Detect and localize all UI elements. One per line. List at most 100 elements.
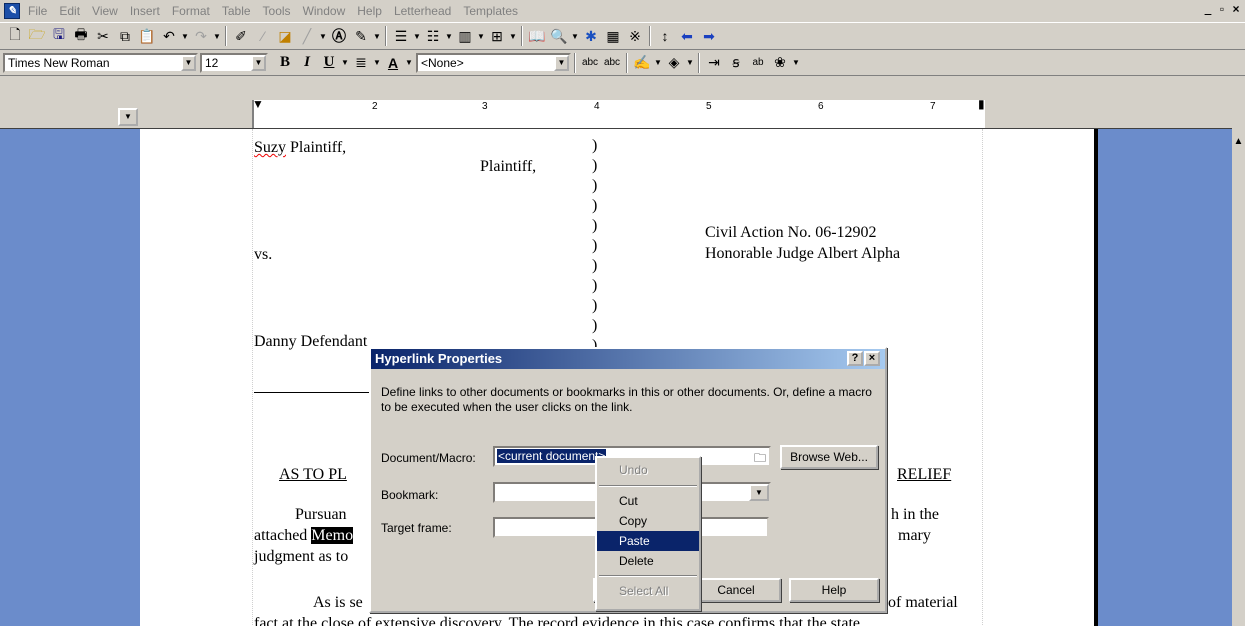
close-icon[interactable]: × bbox=[1229, 2, 1243, 17]
undo-dropdown-icon[interactable]: ▼ bbox=[180, 32, 190, 41]
format-painter-icon[interactable]: ✍ bbox=[631, 52, 653, 74]
spell-check-icon[interactable]: abc bbox=[579, 52, 601, 74]
print-icon[interactable]: 🖶 bbox=[70, 25, 92, 47]
back-arrow-icon[interactable]: ⬅ bbox=[676, 25, 698, 47]
menu-insert[interactable]: Insert bbox=[124, 4, 166, 18]
help-icon[interactable]: ? bbox=[847, 351, 863, 366]
fill-icon[interactable]: ◈ bbox=[663, 52, 685, 74]
right-margin-marker-icon[interactable]: ▮ bbox=[978, 98, 985, 110]
chevron-down-icon[interactable]: ▼ bbox=[554, 54, 569, 71]
spell-error-suzy[interactable]: Suzy bbox=[254, 139, 286, 156]
menu-table[interactable]: Table bbox=[216, 4, 257, 18]
para1-start: Pursuan bbox=[295, 506, 347, 523]
menu-format[interactable]: Format bbox=[166, 4, 216, 18]
cancel-button[interactable]: Cancel bbox=[691, 578, 781, 602]
effects-dropdown-icon[interactable]: ▼ bbox=[791, 58, 801, 67]
menu-file[interactable]: File bbox=[20, 4, 53, 18]
close-icon[interactable]: × bbox=[864, 351, 880, 366]
app-icon[interactable]: ✎ bbox=[4, 3, 20, 19]
restore-icon[interactable]: ▫ bbox=[1215, 2, 1229, 17]
menu-help[interactable]: Help bbox=[351, 4, 388, 18]
grammar-check-icon[interactable]: abc bbox=[601, 52, 623, 74]
shape-icon[interactable]: ◪ bbox=[274, 25, 296, 47]
underline-button[interactable]: U bbox=[318, 54, 340, 71]
font-color-dropdown-icon[interactable]: ▼ bbox=[404, 58, 414, 67]
format-painter-dropdown-icon[interactable]: ▼ bbox=[653, 58, 663, 67]
line-icon[interactable]: ╱ bbox=[296, 25, 318, 47]
move-icon[interactable]: ↕ bbox=[654, 25, 676, 47]
font-size-select[interactable]: 12 ▼ bbox=[200, 52, 268, 73]
menu-letterhead[interactable]: Letterhead bbox=[388, 4, 457, 18]
cut-icon[interactable]: ✂ bbox=[92, 25, 114, 47]
numbered-list-dropdown-icon[interactable]: ▼ bbox=[412, 32, 422, 41]
ctx-undo[interactable]: Undo bbox=[597, 460, 699, 481]
line-draw-icon[interactable]: ⁄ bbox=[252, 25, 274, 47]
drawing-icon[interactable]: ✎ bbox=[350, 25, 372, 47]
redo-icon[interactable]: ↷ bbox=[190, 25, 212, 47]
indent-icon[interactable]: ⇥ bbox=[703, 52, 725, 74]
book-icon[interactable]: 📖 bbox=[526, 25, 548, 47]
left-margin-marker-icon[interactable]: ▼ bbox=[252, 98, 264, 110]
ctx-select-all[interactable]: Select All bbox=[597, 581, 699, 602]
font-select[interactable]: Times New Roman ▼ bbox=[3, 52, 198, 73]
chevron-down-icon[interactable]: ▼ bbox=[749, 484, 769, 501]
minimize-icon[interactable]: _ bbox=[1201, 2, 1215, 17]
style-select[interactable]: <None> ▼ bbox=[416, 52, 571, 73]
columns-dropdown-icon[interactable]: ▼ bbox=[476, 32, 486, 41]
text-box-icon[interactable]: Ⓐ bbox=[328, 25, 350, 47]
vertical-scrollbar[interactable] bbox=[1232, 128, 1245, 626]
ctx-delete[interactable]: Delete bbox=[597, 551, 699, 571]
spell-as-you-go-icon[interactable]: ꞩ bbox=[725, 52, 747, 74]
effects-icon[interactable]: ❀ bbox=[769, 52, 791, 74]
justify-icon[interactable]: ≣ bbox=[350, 52, 372, 74]
ruler-toggle-button[interactable]: ▼ bbox=[118, 108, 138, 126]
table-icon[interactable]: ⊞ bbox=[486, 25, 508, 47]
fill-dropdown-icon[interactable]: ▼ bbox=[685, 58, 695, 67]
font-color-icon[interactable]: A bbox=[382, 52, 404, 74]
zoom-dropdown-icon[interactable]: ▼ bbox=[570, 32, 580, 41]
menu-tools[interactable]: Tools bbox=[257, 4, 297, 18]
numbered-list-icon[interactable]: ☰ bbox=[390, 25, 412, 47]
chevron-down-icon[interactable]: ▼ bbox=[181, 54, 196, 71]
underline-dropdown-icon[interactable]: ▼ bbox=[340, 58, 350, 67]
chart-icon[interactable]: ▦ bbox=[602, 25, 624, 47]
redo-dropdown-icon[interactable]: ▼ bbox=[212, 32, 222, 41]
ctx-cut[interactable]: Cut bbox=[597, 491, 699, 511]
open-folder-icon[interactable]: 🗁 bbox=[26, 25, 48, 47]
zoom-icon[interactable]: 🔍 bbox=[548, 25, 570, 47]
bulleted-list-dropdown-icon[interactable]: ▼ bbox=[444, 32, 454, 41]
star-icon[interactable]: ✱ bbox=[580, 25, 602, 47]
para2-start: attached bbox=[254, 527, 312, 544]
menu-window[interactable]: Window bbox=[297, 4, 352, 18]
copy-icon[interactable]: ⧉ bbox=[114, 25, 136, 47]
selected-text[interactable]: Memo bbox=[311, 527, 354, 544]
undo-icon[interactable]: ↶ bbox=[158, 25, 180, 47]
menu-templates[interactable]: Templates bbox=[457, 4, 524, 18]
menu-edit[interactable]: Edit bbox=[53, 4, 86, 18]
ruler[interactable]: 2 3 4 5 6 7 ▼ ▮ bbox=[252, 98, 985, 128]
ctx-paste[interactable]: Paste bbox=[597, 531, 699, 551]
dialog-title[interactable]: Hyperlink Properties bbox=[371, 349, 885, 369]
forward-arrow-icon[interactable]: ➡ bbox=[698, 25, 720, 47]
symbol-icon[interactable]: ※ bbox=[624, 25, 646, 47]
line-dropdown-icon[interactable]: ▼ bbox=[318, 32, 328, 41]
bulleted-list-icon[interactable]: ☷ bbox=[422, 25, 444, 47]
menu-view[interactable]: View bbox=[86, 4, 124, 18]
chevron-down-icon[interactable]: ▼ bbox=[251, 54, 266, 71]
save-icon[interactable]: 🖫 bbox=[48, 25, 70, 47]
drawing-dropdown-icon[interactable]: ▼ bbox=[372, 32, 382, 41]
browse-web-button[interactable]: Browse Web... bbox=[780, 445, 878, 469]
new-document-icon[interactable]: 🗋 bbox=[4, 25, 26, 47]
highlight-icon[interactable]: ✐ bbox=[230, 25, 252, 47]
abbreviation-icon[interactable]: ab bbox=[747, 52, 769, 74]
table-dropdown-icon[interactable]: ▼ bbox=[508, 32, 518, 41]
help-button[interactable]: Help bbox=[789, 578, 879, 602]
bold-button[interactable]: B bbox=[274, 54, 296, 71]
italic-button[interactable]: I bbox=[296, 54, 318, 71]
scroll-up-icon[interactable]: ▲ bbox=[1232, 134, 1245, 150]
columns-icon[interactable]: ▥ bbox=[454, 25, 476, 47]
paste-icon[interactable]: 📋 bbox=[136, 25, 158, 47]
justify-dropdown-icon[interactable]: ▼ bbox=[372, 58, 382, 67]
ctx-copy[interactable]: Copy bbox=[597, 511, 699, 531]
folder-browse-icon[interactable]: 🗀 bbox=[754, 449, 766, 470]
